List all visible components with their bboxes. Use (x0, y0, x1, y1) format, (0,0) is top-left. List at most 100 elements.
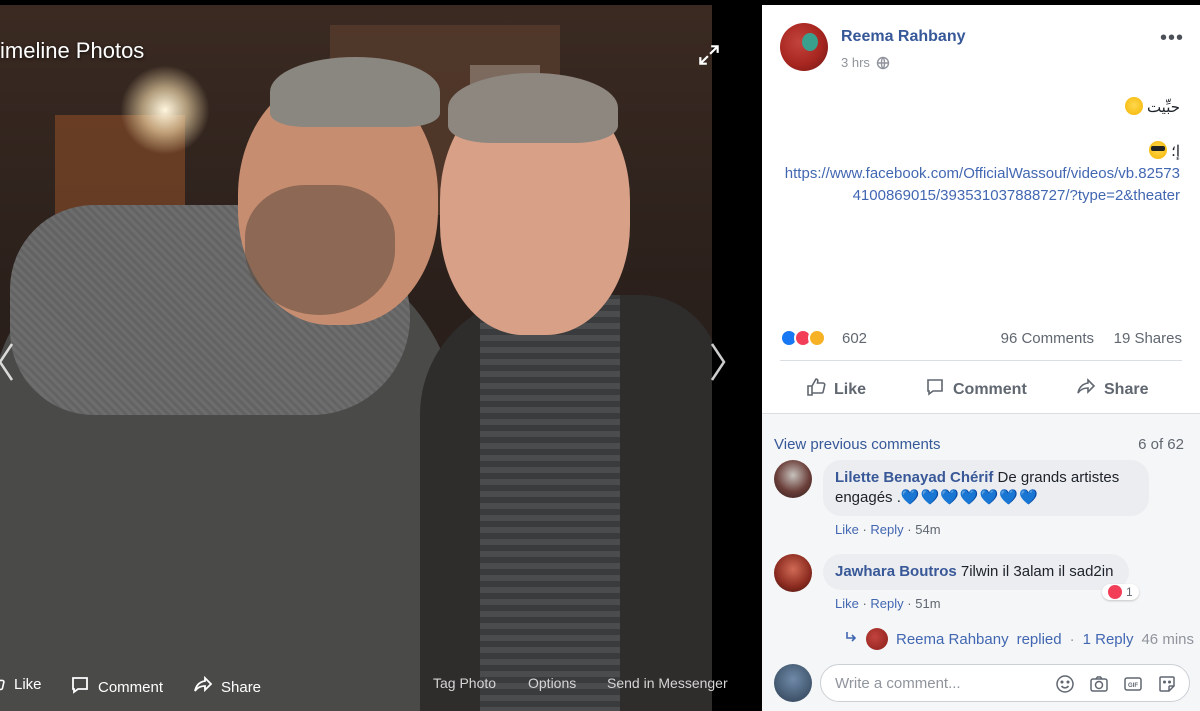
person-left-hair (270, 57, 440, 127)
view-previous-comments-link[interactable]: View previous comments (774, 436, 940, 453)
comment-reaction-count: 1 (1126, 585, 1133, 599)
like-button[interactable]: Like (806, 377, 866, 402)
reply-avatar (866, 628, 888, 650)
comment-bubble: Jawhara Boutros 7ilwin il 3alam il sad2i… (823, 554, 1129, 590)
background-lamp (120, 65, 210, 155)
emoji-icon[interactable] (1055, 674, 1075, 694)
comment-text: 7ilwin il 3alam il sad2in (960, 563, 1114, 580)
comment-item: Lilette Benayad Chérif De grands artiste… (774, 460, 1194, 538)
comment-like-link[interactable]: Like (835, 596, 859, 611)
chevron-left-icon[interactable] (0, 340, 18, 384)
comment-icon (925, 377, 945, 402)
photo-viewer: imeline Photos Like Comment Share Tag Ph… (0, 0, 760, 711)
comment-like-link[interactable]: Like (835, 522, 859, 537)
comment-reply-link[interactable]: Reply (870, 522, 903, 537)
facebook-photo-theater: imeline Photos Like Comment Share Tag Ph… (0, 0, 1200, 711)
smile-emoji-icon (1124, 97, 1143, 115)
comments-section: View previous comments 6 of 62 Lilette B… (762, 414, 1200, 654)
viewer-share-label: Share (221, 678, 262, 696)
post-text-line1: حبِّيت (780, 97, 1180, 119)
globe-icon[interactable] (876, 56, 890, 70)
shares-count[interactable]: 19 Shares (1114, 330, 1182, 347)
share-label: Share (1104, 380, 1149, 398)
comment-composer: GIF (762, 654, 1200, 711)
comment-input[interactable] (821, 665, 1041, 701)
comment-label: Comment (953, 380, 1027, 398)
like-label: Like (834, 380, 867, 398)
divider (780, 360, 1182, 361)
commenter-name[interactable]: Lilette Benayad Chérif (835, 469, 993, 486)
comment-time[interactable]: 54m (915, 522, 940, 537)
comment-button[interactable]: Comment (925, 377, 1027, 402)
share-icon (193, 675, 213, 699)
replies-link[interactable]: Reema Rahbany replied · 1 Reply 46 mins (844, 628, 1194, 650)
reaction-count[interactable]: 602 (842, 330, 867, 347)
person-left-beard (245, 185, 395, 315)
commenter-name[interactable]: Jawhara Boutros (835, 563, 957, 580)
comments-count[interactable]: 96 Comments (1001, 330, 1094, 347)
current-user-avatar (774, 664, 812, 702)
comment-meta: Like · Reply · 51m (835, 596, 941, 611)
post-action-bar: Like Comment Share (780, 367, 1182, 407)
share-icon (1076, 377, 1096, 402)
camera-icon[interactable] (1089, 674, 1109, 694)
love-reaction-icon (1108, 585, 1122, 599)
more-icon[interactable]: ••• (1160, 27, 1184, 50)
comment-time[interactable]: 51m (915, 596, 940, 611)
reply-arrow-icon (844, 630, 858, 648)
post-text-line1-text: حبِّيت (1146, 99, 1180, 116)
photo[interactable] (0, 5, 712, 711)
viewer-title: imeline Photos (0, 38, 145, 63)
share-button[interactable]: Share (1076, 377, 1148, 402)
reply-time: 46 mins (1141, 630, 1194, 648)
reply-separator: · (1069, 630, 1075, 648)
comment-page-indicator: 6 of 62 (1138, 436, 1184, 453)
viewer-like-label: Like (14, 675, 42, 693)
options-link[interactable]: Options (528, 675, 576, 691)
gif-icon[interactable]: GIF (1123, 674, 1143, 694)
like-icon (0, 675, 6, 693)
blue-hearts-emoji: 💙💙💙💙💙💙💙 (900, 489, 1039, 506)
wow-reaction-icon (808, 329, 826, 347)
viewer-action-bar: Like Comment Share Tag Photo Options Sen… (0, 655, 760, 711)
sticker-icon[interactable] (1157, 674, 1177, 694)
viewer-comment-label: Comment (98, 678, 164, 696)
post-time: 3 hrs (841, 55, 890, 70)
post-text: حبِّيت إ؛ https://www.facebook.com/Offic… (780, 97, 1180, 207)
person-right-hair (448, 73, 618, 143)
comment-input-wrapper: GIF (820, 664, 1190, 702)
reaction-icons[interactable] (780, 329, 826, 347)
reply-author: Reema Rahbany (896, 630, 1009, 648)
comment-avatar[interactable] (774, 554, 812, 592)
viewer-like-button[interactable]: Like (0, 675, 42, 693)
author-avatar[interactable] (780, 23, 828, 71)
composer-icons: GIF (1055, 674, 1177, 694)
post-link[interactable]: https://www.facebook.com/OfficialWassouf… (780, 163, 1180, 207)
reactions-summary: 602 96 Comments 19 Shares (780, 327, 1182, 351)
reply-action: replied (1016, 630, 1062, 648)
post-time-label[interactable]: 3 hrs (841, 55, 870, 70)
author-name[interactable]: Reema Rahbany (841, 28, 966, 46)
post-panel: Reema Rahbany 3 hrs ••• حبِّيت إ؛ https:… (762, 5, 1200, 711)
viewer-share-button[interactable]: Share (193, 675, 261, 699)
comment-item: Jawhara Boutros 7ilwin il 3alam il sad2i… (774, 554, 1194, 614)
svg-text:GIF: GIF (1128, 683, 1138, 689)
comment-text-cont: engagés . (835, 489, 901, 506)
comment-avatar[interactable] (774, 460, 812, 498)
send-messenger-link[interactable]: Send in Messenger (607, 675, 728, 691)
person-right-shirt (480, 295, 620, 711)
post-text-line2-text: إ؛ (1171, 143, 1180, 160)
post-text-line2: إ؛ (780, 141, 1180, 163)
like-icon (806, 377, 826, 402)
chevron-right-icon[interactable] (706, 340, 730, 384)
reply-count: 1 Reply (1082, 630, 1134, 648)
comment-reply-link[interactable]: Reply (870, 596, 903, 611)
comment-reaction-badge[interactable]: 1 (1102, 584, 1139, 600)
expand-icon[interactable] (696, 42, 722, 68)
tag-photo-link[interactable]: Tag Photo (433, 675, 496, 691)
comment-bubble: Lilette Benayad Chérif De grands artiste… (823, 460, 1149, 516)
comment-text: De grands artistes (997, 469, 1120, 486)
viewer-comment-button[interactable]: Comment (70, 675, 163, 699)
comment-meta: Like · Reply · 54m (835, 522, 941, 537)
cool-emoji-icon (1148, 141, 1167, 159)
